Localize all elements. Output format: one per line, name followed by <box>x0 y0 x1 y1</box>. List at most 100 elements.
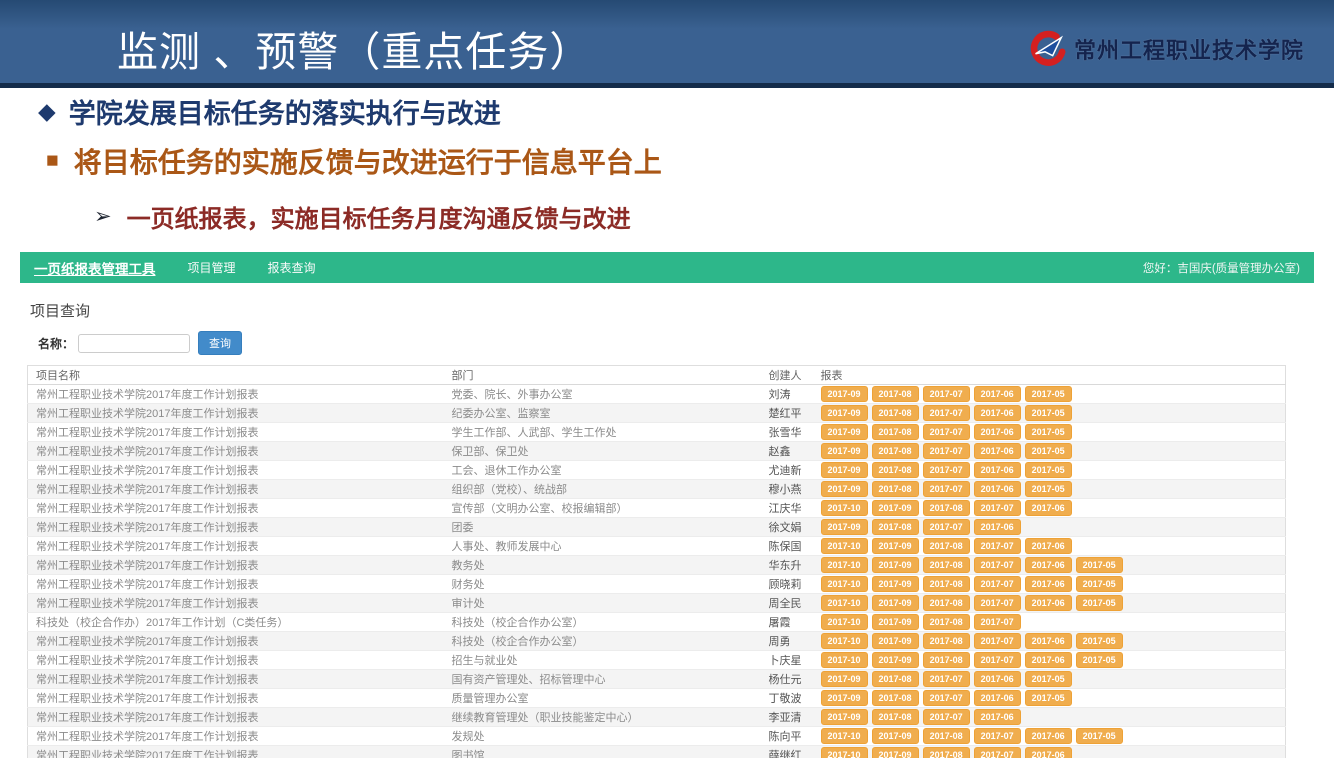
project-name-input[interactable] <box>78 334 190 353</box>
report-month-button[interactable]: 2017-07 <box>923 690 970 706</box>
report-month-button[interactable]: 2017-07 <box>923 519 970 535</box>
report-month-button[interactable]: 2017-09 <box>872 557 919 573</box>
report-month-button[interactable]: 2017-05 <box>1076 595 1123 611</box>
report-month-button[interactable]: 2017-07 <box>974 652 1021 668</box>
report-month-button[interactable]: 2017-08 <box>923 576 970 592</box>
report-month-button[interactable]: 2017-05 <box>1076 576 1123 592</box>
report-month-button[interactable]: 2017-09 <box>821 386 868 402</box>
report-month-button[interactable]: 2017-07 <box>923 405 970 421</box>
report-month-button[interactable]: 2017-07 <box>974 633 1021 649</box>
report-month-button[interactable]: 2017-05 <box>1076 652 1123 668</box>
report-month-button[interactable]: 2017-07 <box>974 538 1021 554</box>
report-month-button[interactable]: 2017-06 <box>974 671 1021 687</box>
report-month-button[interactable]: 2017-05 <box>1076 728 1123 744</box>
report-month-button[interactable]: 2017-05 <box>1025 671 1072 687</box>
report-month-button[interactable]: 2017-07 <box>974 614 1021 630</box>
report-month-button[interactable]: 2017-08 <box>923 747 970 758</box>
report-month-button[interactable]: 2017-10 <box>821 538 868 554</box>
report-month-button[interactable]: 2017-09 <box>821 481 868 497</box>
report-month-button[interactable]: 2017-08 <box>872 424 919 440</box>
report-month-button[interactable]: 2017-08 <box>923 557 970 573</box>
report-month-button[interactable]: 2017-10 <box>821 728 868 744</box>
report-month-button[interactable]: 2017-06 <box>974 424 1021 440</box>
report-month-button[interactable]: 2017-08 <box>923 652 970 668</box>
report-month-button[interactable]: 2017-07 <box>923 386 970 402</box>
report-month-button[interactable]: 2017-06 <box>974 462 1021 478</box>
navbar-brand[interactable]: 一页纸报表管理工具 <box>34 258 156 278</box>
report-month-button[interactable]: 2017-08 <box>923 538 970 554</box>
report-month-button[interactable]: 2017-08 <box>872 443 919 459</box>
report-month-button[interactable]: 2017-08 <box>923 728 970 744</box>
report-month-button[interactable]: 2017-09 <box>872 728 919 744</box>
report-month-button[interactable]: 2017-10 <box>821 614 868 630</box>
report-month-button[interactable]: 2017-08 <box>872 709 919 725</box>
report-month-button[interactable]: 2017-09 <box>821 709 868 725</box>
report-month-button[interactable]: 2017-07 <box>974 595 1021 611</box>
report-month-button[interactable]: 2017-05 <box>1076 557 1123 573</box>
report-month-button[interactable]: 2017-08 <box>872 671 919 687</box>
report-month-button[interactable]: 2017-09 <box>872 538 919 554</box>
report-month-button[interactable]: 2017-08 <box>872 519 919 535</box>
report-month-button[interactable]: 2017-06 <box>1025 728 1072 744</box>
report-month-button[interactable]: 2017-06 <box>974 709 1021 725</box>
report-month-button[interactable]: 2017-09 <box>872 614 919 630</box>
report-month-button[interactable]: 2017-09 <box>872 652 919 668</box>
report-month-button[interactable]: 2017-08 <box>872 386 919 402</box>
report-month-button[interactable]: 2017-06 <box>1025 576 1072 592</box>
report-month-button[interactable]: 2017-09 <box>872 595 919 611</box>
report-month-button[interactable]: 2017-05 <box>1076 633 1123 649</box>
report-month-button[interactable]: 2017-07 <box>923 709 970 725</box>
report-month-button[interactable]: 2017-07 <box>923 462 970 478</box>
report-month-button[interactable]: 2017-09 <box>872 747 919 758</box>
report-month-button[interactable]: 2017-10 <box>821 557 868 573</box>
report-month-button[interactable]: 2017-06 <box>1025 747 1072 758</box>
report-month-button[interactable]: 2017-05 <box>1025 424 1072 440</box>
report-month-button[interactable]: 2017-06 <box>1025 633 1072 649</box>
report-month-button[interactable]: 2017-08 <box>872 481 919 497</box>
nav-item-report-query[interactable]: 报表查询 <box>268 259 316 276</box>
report-month-button[interactable]: 2017-07 <box>923 424 970 440</box>
report-month-button[interactable]: 2017-06 <box>974 481 1021 497</box>
report-month-button[interactable]: 2017-06 <box>1025 557 1072 573</box>
report-month-button[interactable]: 2017-09 <box>872 633 919 649</box>
report-month-button[interactable]: 2017-05 <box>1025 690 1072 706</box>
report-month-button[interactable]: 2017-10 <box>821 633 868 649</box>
report-month-button[interactable]: 2017-10 <box>821 747 868 758</box>
navbar-user-greeting[interactable]: 您好：吉国庆(质量管理办公室) <box>1143 260 1300 276</box>
report-month-button[interactable]: 2017-10 <box>821 576 868 592</box>
report-month-button[interactable]: 2017-09 <box>821 462 868 478</box>
report-month-button[interactable]: 2017-06 <box>1025 652 1072 668</box>
report-month-button[interactable]: 2017-06 <box>974 690 1021 706</box>
report-month-button[interactable]: 2017-05 <box>1025 386 1072 402</box>
report-month-button[interactable]: 2017-06 <box>974 443 1021 459</box>
report-month-button[interactable]: 2017-09 <box>872 500 919 516</box>
report-month-button[interactable]: 2017-05 <box>1025 405 1072 421</box>
report-month-button[interactable]: 2017-09 <box>821 519 868 535</box>
report-month-button[interactable]: 2017-06 <box>974 405 1021 421</box>
report-month-button[interactable]: 2017-09 <box>872 576 919 592</box>
report-month-button[interactable]: 2017-07 <box>974 728 1021 744</box>
report-month-button[interactable]: 2017-07 <box>974 500 1021 516</box>
report-month-button[interactable]: 2017-09 <box>821 405 868 421</box>
report-month-button[interactable]: 2017-10 <box>821 500 868 516</box>
report-month-button[interactable]: 2017-08 <box>872 462 919 478</box>
report-month-button[interactable]: 2017-09 <box>821 690 868 706</box>
nav-item-project-management[interactable]: 项目管理 <box>188 259 236 276</box>
report-month-button[interactable]: 2017-08 <box>923 595 970 611</box>
report-month-button[interactable]: 2017-08 <box>923 500 970 516</box>
report-month-button[interactable]: 2017-07 <box>923 443 970 459</box>
report-month-button[interactable]: 2017-07 <box>923 671 970 687</box>
report-month-button[interactable]: 2017-05 <box>1025 443 1072 459</box>
report-month-button[interactable]: 2017-07 <box>923 481 970 497</box>
report-month-button[interactable]: 2017-10 <box>821 652 868 668</box>
report-month-button[interactable]: 2017-07 <box>974 576 1021 592</box>
report-month-button[interactable]: 2017-10 <box>821 595 868 611</box>
report-month-button[interactable]: 2017-05 <box>1025 481 1072 497</box>
report-month-button[interactable]: 2017-06 <box>974 386 1021 402</box>
report-month-button[interactable]: 2017-06 <box>1025 500 1072 516</box>
report-month-button[interactable]: 2017-09 <box>821 671 868 687</box>
report-month-button[interactable]: 2017-06 <box>1025 595 1072 611</box>
report-month-button[interactable]: 2017-08 <box>923 633 970 649</box>
query-button[interactable]: 查询 <box>198 331 242 355</box>
report-month-button[interactable]: 2017-09 <box>821 443 868 459</box>
